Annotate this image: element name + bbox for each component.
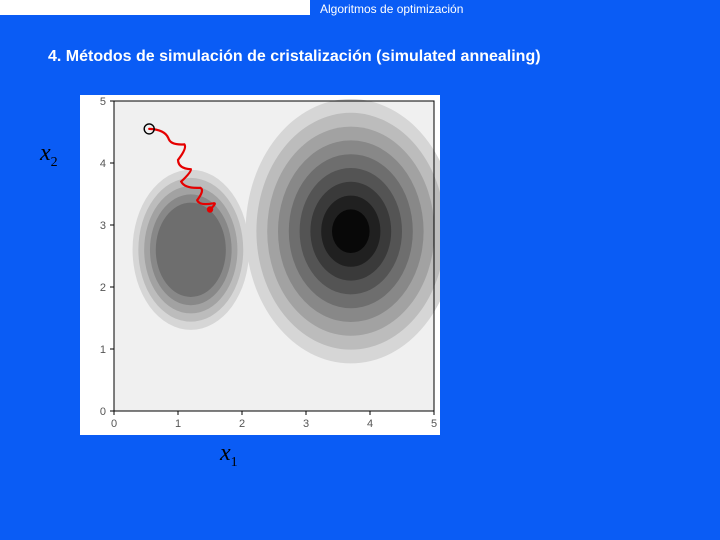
- section-heading: 4. Métodos de simulación de cristalizaci…: [48, 48, 541, 66]
- svg-text:1: 1: [100, 344, 106, 356]
- y-axis-label: x2: [40, 140, 58, 171]
- contour-chart: 0 1 2 3 4 5 0 1 2 3 4 5: [80, 95, 440, 435]
- title-bar: Algoritmos de optimización: [0, 0, 720, 22]
- svg-text:4: 4: [100, 158, 106, 170]
- svg-text:3: 3: [100, 220, 106, 232]
- x-axis-label: x1: [220, 440, 238, 471]
- svg-text:4: 4: [367, 418, 373, 430]
- svg-text:5: 5: [100, 96, 106, 108]
- svg-text:3: 3: [303, 418, 309, 430]
- svg-text:2: 2: [100, 282, 106, 294]
- page-header: Algoritmos de optimización: [320, 2, 463, 16]
- svg-text:2: 2: [239, 418, 245, 430]
- svg-text:5: 5: [431, 418, 437, 430]
- title-accent-bar: [0, 0, 310, 15]
- svg-text:0: 0: [100, 406, 106, 418]
- svg-text:1: 1: [175, 418, 181, 430]
- svg-text:0: 0: [111, 418, 117, 430]
